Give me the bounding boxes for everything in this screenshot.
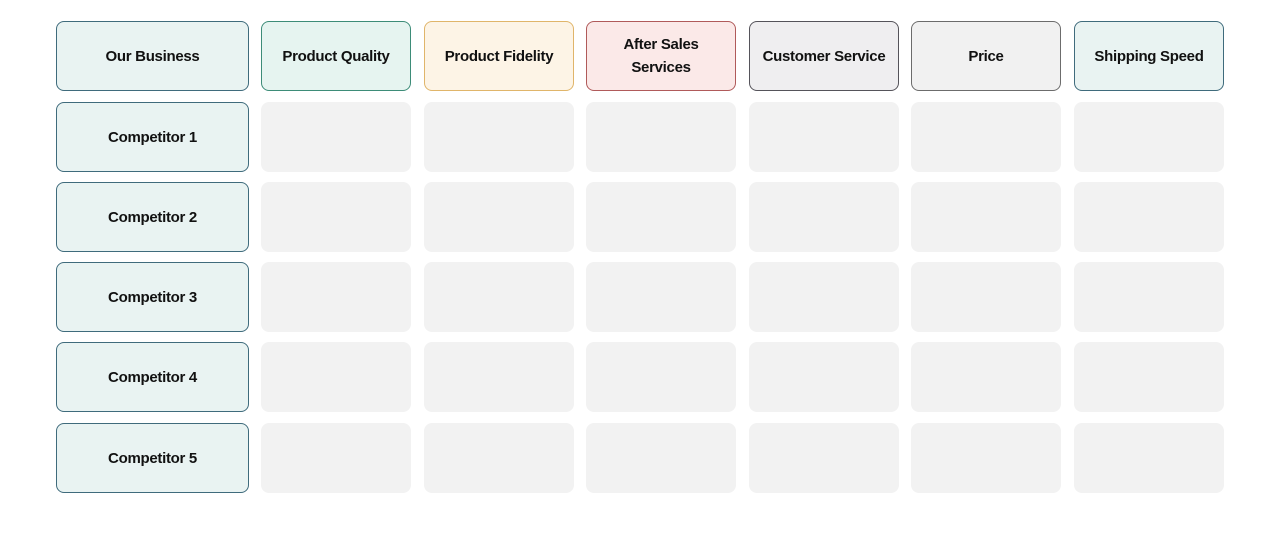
column-header: Shipping Speed xyxy=(1074,21,1224,91)
column-header: After Sales Services xyxy=(586,21,736,91)
column-header: Product Fidelity xyxy=(424,21,574,91)
comparison-cell[interactable] xyxy=(1074,342,1224,412)
comparison-cell[interactable] xyxy=(424,423,574,493)
comparison-cell[interactable] xyxy=(424,182,574,252)
comparison-cell[interactable] xyxy=(749,262,899,332)
comparison-cell[interactable] xyxy=(586,262,736,332)
comparison-cell[interactable] xyxy=(261,102,411,172)
column-header: Customer Service xyxy=(749,21,899,91)
comparison-cell[interactable] xyxy=(261,262,411,332)
comparison-cell[interactable] xyxy=(749,182,899,252)
comparison-cell[interactable] xyxy=(911,342,1061,412)
row-header-competitor: Competitor 2 xyxy=(56,182,249,252)
comparison-cell[interactable] xyxy=(1074,182,1224,252)
row-header-competitor: Competitor 3 xyxy=(56,262,249,332)
comparison-cell[interactable] xyxy=(424,102,574,172)
comparison-cell[interactable] xyxy=(1074,423,1224,493)
comparison-cell[interactable] xyxy=(749,102,899,172)
comparison-cell[interactable] xyxy=(424,342,574,412)
comparison-cell[interactable] xyxy=(586,102,736,172)
comparison-cell[interactable] xyxy=(749,342,899,412)
comparison-cell[interactable] xyxy=(911,262,1061,332)
comparison-cell[interactable] xyxy=(749,423,899,493)
comparison-cell[interactable] xyxy=(586,342,736,412)
comparison-cell[interactable] xyxy=(911,423,1061,493)
column-header: Product Quality xyxy=(261,21,411,91)
comparison-cell[interactable] xyxy=(261,423,411,493)
row-header-competitor: Competitor 5 xyxy=(56,423,249,493)
row-header-competitor: Competitor 1 xyxy=(56,102,249,172)
comparison-cell[interactable] xyxy=(1074,102,1224,172)
comparison-cell[interactable] xyxy=(261,342,411,412)
comparison-cell[interactable] xyxy=(424,262,574,332)
comparison-cell[interactable] xyxy=(586,423,736,493)
comparison-cell[interactable] xyxy=(586,182,736,252)
comparison-cell[interactable] xyxy=(1074,262,1224,332)
comparison-cell[interactable] xyxy=(911,102,1061,172)
comparison-cell[interactable] xyxy=(911,182,1061,252)
column-header: Price xyxy=(911,21,1061,91)
row-header-competitor: Competitor 4 xyxy=(56,342,249,412)
corner-header-our-business: Our Business xyxy=(56,21,249,91)
comparison-cell[interactable] xyxy=(261,182,411,252)
